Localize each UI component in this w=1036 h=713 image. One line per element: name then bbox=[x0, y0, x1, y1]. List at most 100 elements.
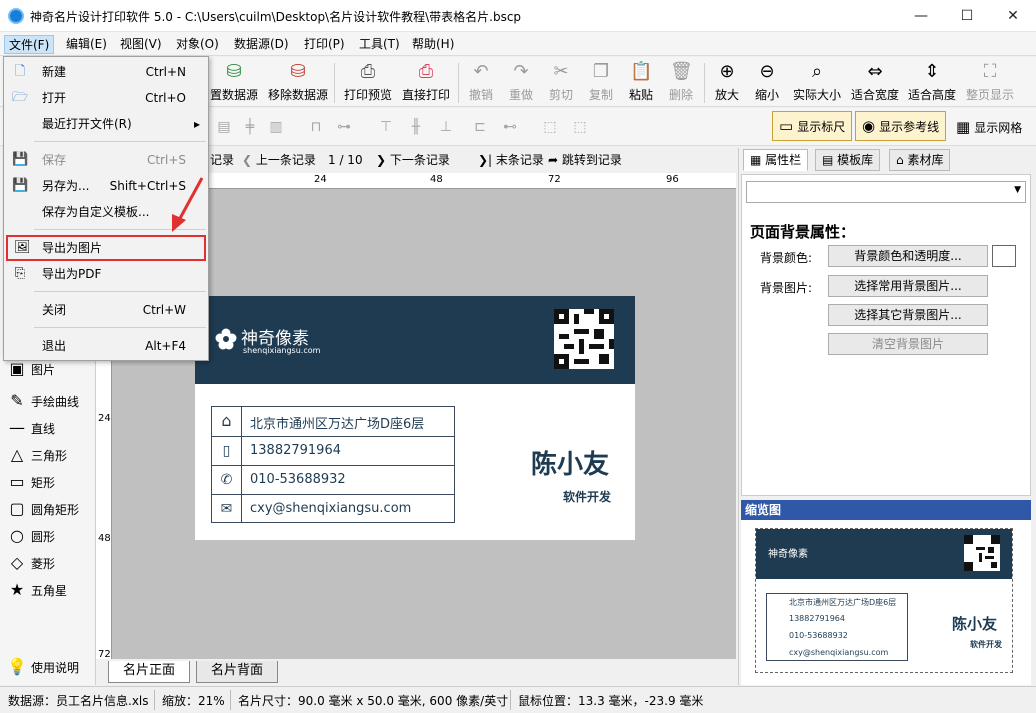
distribute-h2-icon[interactable]: ⊶ bbox=[334, 117, 354, 137]
bg-color-label: 背景颜色: bbox=[760, 251, 813, 265]
preview-header: 缩览图 bbox=[741, 500, 1031, 520]
actual-size-button[interactable]: ⌕ 实际大小 bbox=[788, 59, 846, 105]
ruler-label: 72 bbox=[548, 174, 561, 185]
copy-button[interactable]: ❐ 复制 bbox=[582, 59, 620, 105]
fit-height-button[interactable]: ⇕ 适合高度 bbox=[904, 59, 960, 105]
group-icon[interactable]: ⬚ bbox=[540, 117, 560, 137]
menu-item-exit[interactable]: 退出 Alt+F4 bbox=[6, 333, 206, 359]
qr-code bbox=[551, 306, 617, 372]
goto-record-button[interactable]: ➦ 跳转到记录 bbox=[548, 151, 622, 169]
close-button[interactable]: ✕ bbox=[990, 0, 1036, 32]
menu-item-save[interactable]: 💾 保存 Ctrl+S bbox=[6, 147, 206, 173]
status-mouse-position: 鼠标位置：13.3 毫米，-23.9 毫米 bbox=[518, 694, 704, 708]
menu-file[interactable]: 文件(F) bbox=[4, 35, 55, 54]
menu-item-export-pdf[interactable]: ⎘ 导出为PDF bbox=[6, 261, 206, 287]
tool-rect[interactable]: ▭ 矩形 bbox=[6, 471, 55, 493]
menu-item-new[interactable]: 🗋 新建 Ctrl+N bbox=[6, 59, 206, 85]
menu-separator bbox=[34, 141, 206, 142]
delete-button[interactable]: 🗑 删除 bbox=[662, 59, 700, 105]
menu-item-export-image[interactable]: 🖼 导出为图片 bbox=[6, 235, 206, 261]
copy-icon: ❐ bbox=[592, 61, 610, 82]
ruler-icon: ▭ bbox=[779, 117, 794, 135]
clear-bg-button[interactable]: 清空背景图片 bbox=[828, 333, 988, 355]
menu-view[interactable]: 视图(V) bbox=[116, 35, 166, 54]
tool-diamond[interactable]: ◇ 菱形 bbox=[6, 552, 55, 574]
zoom-in-icon: ⊕ bbox=[719, 61, 735, 82]
toolbar-separator bbox=[458, 63, 459, 103]
bg-color-swatch[interactable] bbox=[992, 245, 1016, 267]
template-icon: ▤ bbox=[822, 153, 838, 167]
help-button[interactable]: 💡 使用说明 bbox=[6, 656, 79, 678]
fit-page-button[interactable]: ⛶ 整页显示 bbox=[962, 59, 1018, 105]
status-separator bbox=[230, 690, 231, 710]
undo-button[interactable]: ↶ 撤销 bbox=[462, 59, 500, 105]
paste-button[interactable]: 📋 粘贴 bbox=[622, 59, 660, 105]
preview-job: 软件开发 bbox=[970, 640, 1002, 649]
show-grid-toggle[interactable]: ▦ 显示网格 bbox=[956, 118, 1022, 136]
align-bottom-icon[interactable]: ⊥ bbox=[436, 117, 456, 137]
cut-button[interactable]: ✂ 剪切 bbox=[542, 59, 580, 105]
tab-card-back[interactable]: 名片背面 bbox=[196, 661, 279, 683]
fit-width-icon: ⇔ bbox=[867, 61, 883, 82]
redo-icon: ↷ bbox=[513, 61, 529, 82]
redo-button[interactable]: ↷ 重做 bbox=[502, 59, 540, 105]
maximize-button[interactable]: ☐ bbox=[944, 0, 990, 32]
minimize-button[interactable]: — bbox=[898, 0, 944, 32]
align-middle-icon[interactable]: ╫ bbox=[406, 117, 426, 137]
distribute-v2-icon[interactable]: ⊷ bbox=[500, 117, 520, 137]
tool-triangle[interactable]: △ 三角形 bbox=[6, 444, 67, 466]
show-guides-toggle[interactable]: ◉ 显示参考线 bbox=[855, 111, 947, 141]
zoom-out-button[interactable]: ⊖ 缩小 bbox=[748, 59, 786, 105]
menu-datasource[interactable]: 数据源(D) bbox=[230, 35, 293, 54]
menu-object[interactable]: 对象(O) bbox=[172, 35, 223, 54]
align-center-icon[interactable]: ╪ bbox=[240, 117, 260, 137]
set-datasource-button[interactable]: ⛁ 置数据源 bbox=[206, 59, 262, 105]
business-card[interactable]: 神奇像素 shenqixiangsu.com ⌂ 北京市通州区万达广场D座6层 … bbox=[195, 296, 635, 540]
menu-print[interactable]: 打印(P) bbox=[300, 35, 349, 54]
eye-icon: ◉ bbox=[862, 117, 876, 135]
ruler-label: 24 bbox=[314, 174, 327, 185]
tool-image[interactable]: ▣ 图片 bbox=[6, 358, 55, 380]
tool-star[interactable]: ★ 五角星 bbox=[6, 579, 67, 601]
next-record-button[interactable]: ❯ 下一条记录 bbox=[376, 151, 450, 169]
other-bg-button[interactable]: 选择其它背景图片... bbox=[828, 304, 988, 326]
menu-item-recent[interactable]: 最近打开文件(R) ▸ bbox=[6, 111, 206, 137]
chevron-down-icon: ▼ bbox=[1014, 185, 1021, 195]
distribute-h-icon[interactable]: ⊓ bbox=[306, 117, 326, 137]
tab-templates[interactable]: ▤ 模板库 bbox=[815, 149, 881, 171]
menu-help[interactable]: 帮助(H) bbox=[408, 35, 458, 54]
tool-round-rect[interactable]: ▢ 圆角矩形 bbox=[6, 498, 79, 520]
tab-card-front[interactable]: 名片正面 bbox=[108, 661, 191, 683]
printer-icon: ⎙ bbox=[418, 61, 434, 82]
menu-edit[interactable]: 编辑(E) bbox=[62, 35, 111, 54]
tool-freehand[interactable]: ✎ 手绘曲线 bbox=[6, 390, 79, 412]
distribute-v-icon[interactable]: ⊏ bbox=[470, 117, 490, 137]
tab-properties[interactable]: ▦ 属性栏 bbox=[743, 149, 809, 171]
tool-line[interactable]: — 直线 bbox=[6, 417, 55, 439]
menu-tools[interactable]: 工具(T) bbox=[355, 35, 404, 54]
tab-assets[interactable]: ⌂ 素材库 bbox=[889, 149, 951, 171]
object-select[interactable]: ▼ bbox=[746, 181, 1026, 203]
last-record-button[interactable]: ❯| 末条记录 bbox=[478, 151, 544, 169]
first-record-button[interactable]: 记录 bbox=[210, 151, 234, 169]
fit-width-button[interactable]: ⇔ 适合宽度 bbox=[848, 59, 902, 105]
align-left-icon[interactable]: ▤ bbox=[214, 117, 234, 137]
show-ruler-toggle[interactable]: ▭ 显示标尺 bbox=[772, 111, 853, 141]
common-bg-button[interactable]: 选择常用背景图片... bbox=[828, 275, 988, 297]
print-preview-button[interactable]: ⎙ 打印预览 bbox=[340, 59, 396, 105]
prev-record-button[interactable]: ❮ 上一条记录 bbox=[242, 151, 316, 169]
save-icon: 💾 bbox=[12, 152, 29, 167]
align-right-icon[interactable]: ▥ bbox=[266, 117, 286, 137]
bg-color-button[interactable]: 背景颜色和透明度... bbox=[828, 245, 988, 267]
menu-item-close[interactable]: 关闭 Ctrl+W bbox=[6, 297, 206, 323]
tool-circle[interactable]: ○ 圆形 bbox=[6, 525, 55, 547]
direct-print-button[interactable]: ⎙ 直接打印 bbox=[400, 59, 452, 105]
ungroup-icon[interactable]: ⬚ bbox=[570, 117, 590, 137]
zoom-in-button[interactable]: ⊕ 放大 bbox=[708, 59, 746, 105]
page-tabs: 名片正面 名片背面 bbox=[96, 659, 736, 683]
remove-datasource-button[interactable]: ⛁ 移除数据源 bbox=[266, 59, 330, 105]
home-icon: ⌂ bbox=[212, 407, 242, 436]
toolbar-separator bbox=[334, 63, 335, 103]
align-top-icon[interactable]: ⊤ bbox=[376, 117, 396, 137]
menu-item-open[interactable]: 🗁 打开 Ctrl+O bbox=[6, 85, 206, 111]
